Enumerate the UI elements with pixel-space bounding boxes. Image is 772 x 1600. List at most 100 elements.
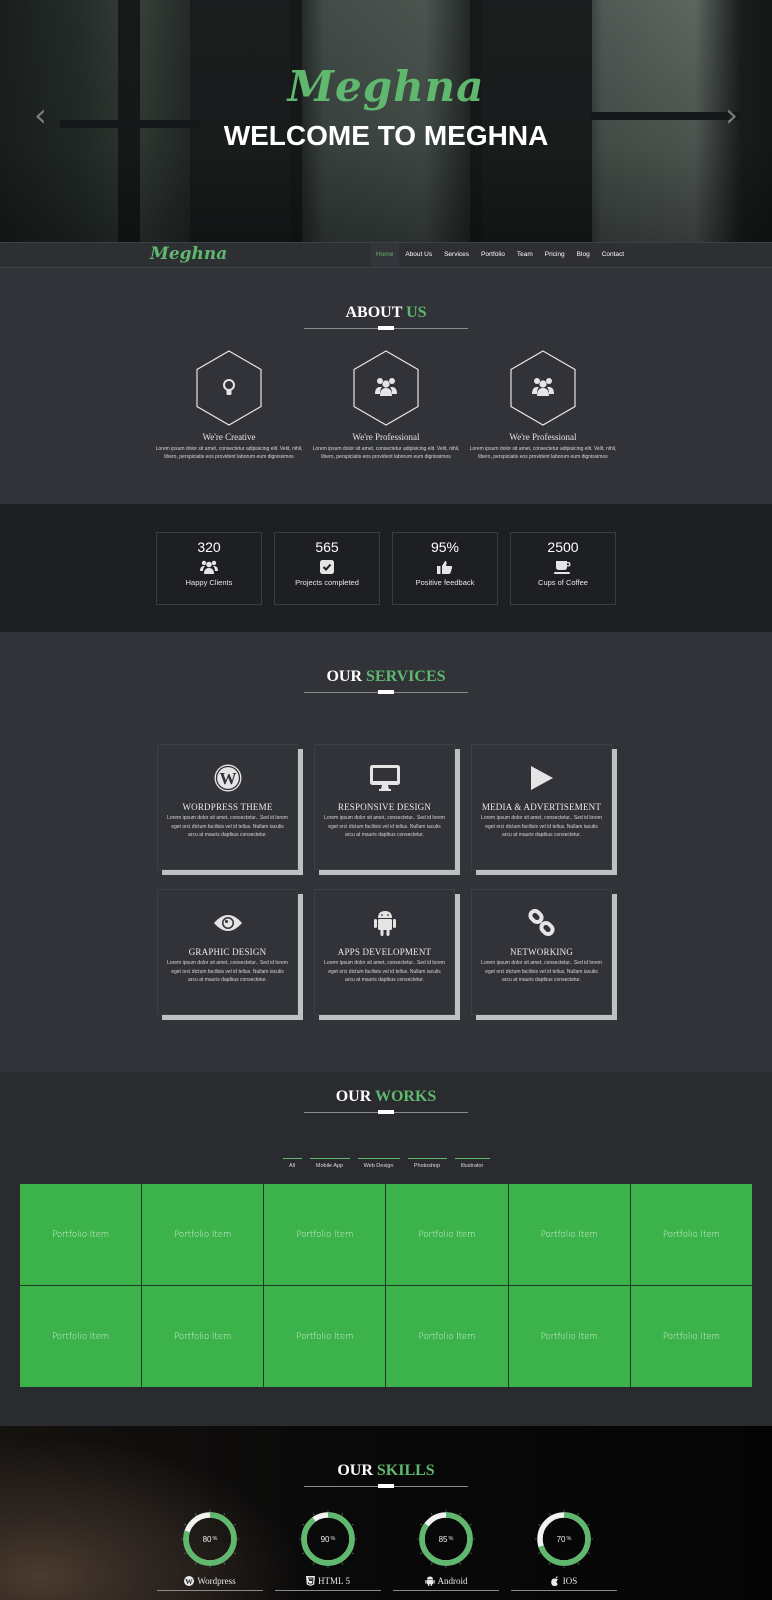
lightbulb-icon (223, 379, 235, 395)
filter-illustrator[interactable]: Illustrator (454, 1158, 490, 1169)
counter-value: 320 (197, 539, 221, 555)
hexagon-frame (353, 350, 419, 426)
title-divider (304, 326, 468, 330)
service-text: Lorem ipsum dolor sit amet, consectetur.… (324, 960, 445, 983)
skill-percent: 85 (438, 1534, 448, 1544)
service-title: APPS DEVELOPMENT (337, 947, 432, 957)
portfolio-item[interactable]: Portfolio Item (386, 1184, 508, 1285)
service-card: NETWORKING Lorem ipsum dolor sit amet, c… (471, 889, 617, 1020)
counter-label: Positive feedback (415, 578, 475, 587)
counter-label: Cups of Coffee (538, 578, 588, 587)
hexagon-frame (510, 350, 576, 426)
skill-item: 70% IOS (511, 1510, 617, 1591)
nav-item-blog[interactable]: Blog (571, 243, 596, 267)
skill-name: Android (437, 1576, 468, 1586)
coffee-cup-icon (554, 560, 571, 574)
nav-logo[interactable]: Meghna (150, 244, 227, 264)
hexagon-frame (196, 350, 262, 426)
users-icon (200, 560, 218, 574)
title-green: SKILLS (376, 1462, 435, 1479)
skill-item: 85% Android (393, 1510, 499, 1591)
works-section: OUR WORKS All Mobile App Web Design Phot… (0, 1072, 772, 1426)
hero-script-logo: Meghna (287, 62, 485, 111)
portfolio-item[interactable]: Portfolio Item (630, 1184, 752, 1285)
users-icon (532, 378, 554, 396)
wordpress-icon: W (184, 1576, 195, 1586)
chevron-left-icon: ‹ (34, 96, 47, 134)
filter-all[interactable]: All (282, 1158, 302, 1169)
filter-photoshop[interactable]: Photoshop (407, 1158, 447, 1169)
nav-item-contact[interactable]: Contact (596, 243, 630, 267)
service-text: Lorem ipsum dolor sit amet, consectetur.… (481, 815, 602, 838)
skill-donut: 85% (417, 1510, 475, 1568)
users-icon (375, 378, 397, 396)
nav-item-team[interactable]: Team (511, 243, 539, 267)
portfolio-item[interactable]: Portfolio Item (142, 1184, 264, 1285)
slider-next-button[interactable]: › (725, 96, 738, 134)
title-divider (304, 690, 468, 694)
filter-mobile-app[interactable]: Mobile App (309, 1158, 350, 1169)
service-text: Lorem ipsum dolor sit amet, consectetur.… (324, 815, 445, 838)
svg-text:W: W (219, 769, 236, 788)
portfolio-item[interactable]: Portfolio Item (20, 1286, 142, 1387)
skill-percent: 90 (320, 1534, 330, 1544)
service-card: RESPONSIVE DESIGN Lorem ipsum dolor sit … (314, 744, 460, 875)
nav-item-home[interactable]: Home (370, 243, 400, 267)
android-icon (373, 911, 396, 936)
desktop-icon (369, 765, 400, 791)
title-white: OUR (335, 1088, 372, 1105)
skill-donut: 70% (535, 1510, 593, 1568)
portfolio-item[interactable]: Portfolio Item (264, 1286, 386, 1387)
portfolio-item[interactable]: Portfolio Item (630, 1286, 752, 1387)
service-card: W WORDPRESS THEME Lorem ipsum dolor sit … (157, 744, 303, 875)
portfolio-grid: Portfolio Item Portfolio Item Portfolio … (20, 1184, 752, 1387)
about-item: We're Professional Lorem ipsum dolor sit… (468, 350, 618, 461)
portfolio-filters: All Mobile App Web Design Photoshop Illu… (0, 1158, 772, 1169)
play-icon (530, 766, 553, 790)
title-white: ABOUT (345, 304, 403, 321)
portfolio-item[interactable]: Portfolio Item (264, 1184, 386, 1285)
portfolio-item[interactable]: Portfolio Item (508, 1286, 630, 1387)
service-card: APPS DEVELOPMENT Lorem ipsum dolor sit a… (314, 889, 460, 1020)
portfolio-item[interactable]: Portfolio Item (20, 1184, 142, 1285)
portfolio-item[interactable]: Portfolio Item (142, 1286, 264, 1387)
skills-section: OUR SKILLS 80% W Wordpress 90% HTML 5 85%… (0, 1426, 772, 1600)
section-title: OUR SKILLS (0, 1462, 772, 1480)
service-title: RESPONSIVE DESIGN (337, 802, 432, 812)
nav-item-services[interactable]: Services (438, 243, 475, 267)
about-item: We're Creative Lorem ipsum dolor sit ame… (154, 350, 304, 461)
nav-menu: Home About Us Services Portfolio Team Pr… (370, 243, 630, 267)
hero-slider: Meghna WELCOME TO MEGHNA ‹ › (0, 0, 772, 242)
skill-name: HTML 5 (318, 1576, 350, 1586)
title-green: US (406, 304, 427, 321)
filter-web-design[interactable]: Web Design (357, 1158, 400, 1169)
slider-prev-button[interactable]: ‹ (34, 96, 47, 134)
counter-value: 565 (315, 539, 339, 555)
skill-percent: 70 (556, 1534, 566, 1544)
skill-donut: 90% (299, 1510, 357, 1568)
skill-name: Wordpress (197, 1576, 236, 1586)
service-title: WORDPRESS THEME (182, 802, 273, 812)
skill-name: IOS (562, 1576, 578, 1586)
counter-happy-clients: 320 Happy Clients (156, 532, 262, 605)
portfolio-item[interactable]: Portfolio Item (508, 1184, 630, 1285)
main-navbar: Meghna Home About Us Services Portfolio … (0, 242, 772, 268)
service-card: GRAPHIC DESIGN Lorem ipsum dolor sit ame… (157, 889, 303, 1020)
nav-item-about-us[interactable]: About Us (399, 243, 438, 267)
nav-item-portfolio[interactable]: Portfolio (475, 243, 511, 267)
about-item-title: We're Professional (509, 432, 577, 442)
section-title: OUR SERVICES (0, 668, 772, 686)
link-icon (527, 909, 555, 937)
counter-feedback: 95% Positive feedback (392, 532, 498, 605)
about-item-title: We're Creative (202, 432, 256, 442)
nav-item-pricing[interactable]: Pricing (539, 243, 571, 267)
service-title: NETWORKING (510, 947, 573, 957)
skill-item: 80% W Wordpress (157, 1510, 263, 1591)
section-title: ABOUT US (0, 304, 772, 322)
portfolio-item[interactable]: Portfolio Item (386, 1286, 508, 1387)
about-item-title: We're Professional (352, 432, 420, 442)
wordpress-icon: W (214, 764, 241, 792)
service-card: MEDIA & ADVERTISEMENT Lorem ipsum dolor … (471, 744, 617, 875)
hero-headline: WELCOME TO MEGHNA (223, 120, 549, 151)
service-title: MEDIA & ADVERTISEMENT (481, 802, 602, 812)
